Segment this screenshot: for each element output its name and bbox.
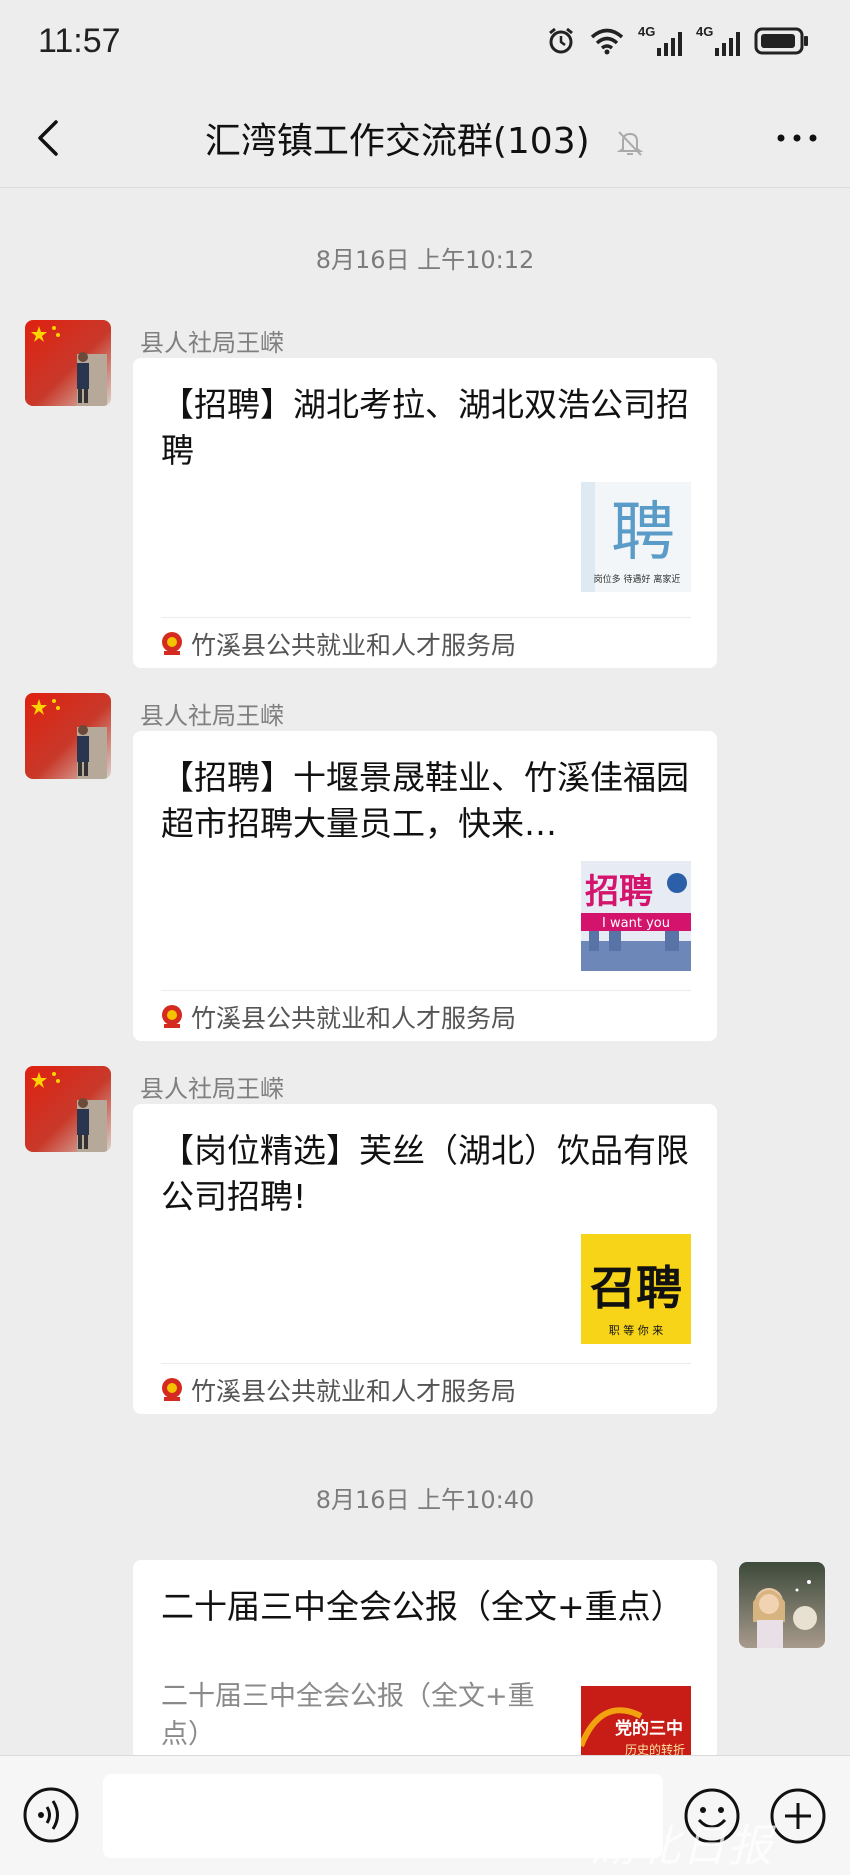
battery-icon xyxy=(754,27,808,55)
card-thumbnail: 召聘 职 等 你 来 xyxy=(581,1234,691,1344)
card-thumbnail: 招聘 I want you xyxy=(581,861,691,971)
emblem-icon xyxy=(162,1005,182,1028)
bell-off-icon xyxy=(616,131,644,156)
avatar[interactable] xyxy=(25,693,111,779)
sender-name: 县人社局王嵘 xyxy=(140,1075,284,1103)
card-title: 【招聘】十堰景晟鞋业、竹溪佳福园超市招聘大量员工，快来… xyxy=(161,758,689,843)
card-thumbnail: 党的三中 历史的转折 xyxy=(581,1686,691,1760)
group-name: 汇湾镇工作交流群(103) xyxy=(204,121,590,162)
status-time: 11:57 xyxy=(38,22,121,60)
wifi-icon xyxy=(590,28,624,55)
timestamp: 8月16日 上午10:12 xyxy=(315,246,535,274)
voice-icon[interactable] xyxy=(22,1786,80,1844)
more-icon[interactable] xyxy=(772,118,822,158)
plus-icon[interactable] xyxy=(768,1786,828,1846)
source-name: 竹溪县公共就业和人才服务局 xyxy=(191,1377,517,1406)
status-icons: 4G 4G xyxy=(546,24,810,56)
link-card[interactable]: 【岗位精选】芙丝（湖北）饮品有限公司招聘! 召聘 职 等 你 来 竹溪县公共就业… xyxy=(133,1104,717,1414)
thumb-caption: 职 等 你 来 xyxy=(609,1323,664,1337)
watermark: 湖北日报 xyxy=(590,1821,774,1872)
thumb-text: 聘 xyxy=(611,496,675,570)
card-divider xyxy=(161,1363,691,1364)
signal-icon: 4G xyxy=(638,24,682,56)
status-bar: 11:57 4G 4G xyxy=(0,0,850,88)
card-title: 二十届三中全会公报（全文+重点） xyxy=(161,1587,684,1626)
card-divider xyxy=(161,990,691,991)
card-divider xyxy=(161,617,691,618)
sender-name: 县人社局王嵘 xyxy=(140,329,284,357)
link-card[interactable]: 【招聘】湖北考拉、湖北双浩公司招聘 聘 岗位多 待遇好 离家近 竹溪县公共就业和… xyxy=(133,358,717,668)
chat-title: 汇湾镇工作交流群(103) xyxy=(0,112,850,164)
sender-name: 县人社局王嵘 xyxy=(140,702,284,730)
card-thumbnail: 聘 岗位多 待遇好 离家近 xyxy=(581,482,691,592)
avatar[interactable] xyxy=(25,1066,111,1152)
card-source: 竹溪县公共就业和人才服务局 xyxy=(161,999,516,1035)
source-name: 竹溪县公共就业和人才服务局 xyxy=(191,1004,517,1033)
emblem-icon xyxy=(162,1378,182,1401)
chat-header: 汇湾镇工作交流群(103) xyxy=(0,88,850,188)
card-source: 竹溪县公共就业和人才服务局 xyxy=(161,626,516,662)
emblem-icon xyxy=(162,632,182,655)
avatar[interactable] xyxy=(739,1562,825,1648)
thumb-caption: I want you xyxy=(602,916,670,931)
link-card[interactable]: 【招聘】十堰景晟鞋业、竹溪佳福园超市招聘大量员工，快来… 招聘 I want y… xyxy=(133,731,717,1041)
card-source: 竹溪县公共就业和人才服务局 xyxy=(161,1372,516,1408)
thumb-text: 召聘 xyxy=(590,1261,682,1315)
message-input[interactable] xyxy=(103,1774,663,1858)
timestamp: 8月16日 上午10:40 xyxy=(315,1486,535,1514)
alarm-icon xyxy=(549,27,573,54)
thumb-caption: 岗位多 待遇好 离家近 xyxy=(594,573,681,585)
thumb-text: 招聘 xyxy=(585,872,653,912)
avatar[interactable] xyxy=(25,320,111,406)
thumb-text: 党的三中 xyxy=(615,1718,683,1739)
card-title: 【招聘】湖北考拉、湖北双浩公司招聘 xyxy=(161,385,689,470)
source-name: 竹溪县公共就业和人才服务局 xyxy=(191,631,517,660)
signal-icon: 4G xyxy=(696,24,740,56)
link-card[interactable]: 二十届三中全会公报（全文+重点） 二十届三中全会公报（全文+重点） 党的三中 历… xyxy=(133,1560,717,1760)
card-title: 【岗位精选】芙丝（湖北）饮品有限公司招聘! xyxy=(161,1131,689,1216)
card-description: 二十届三中全会公报（全文+重点） xyxy=(161,1681,535,1750)
